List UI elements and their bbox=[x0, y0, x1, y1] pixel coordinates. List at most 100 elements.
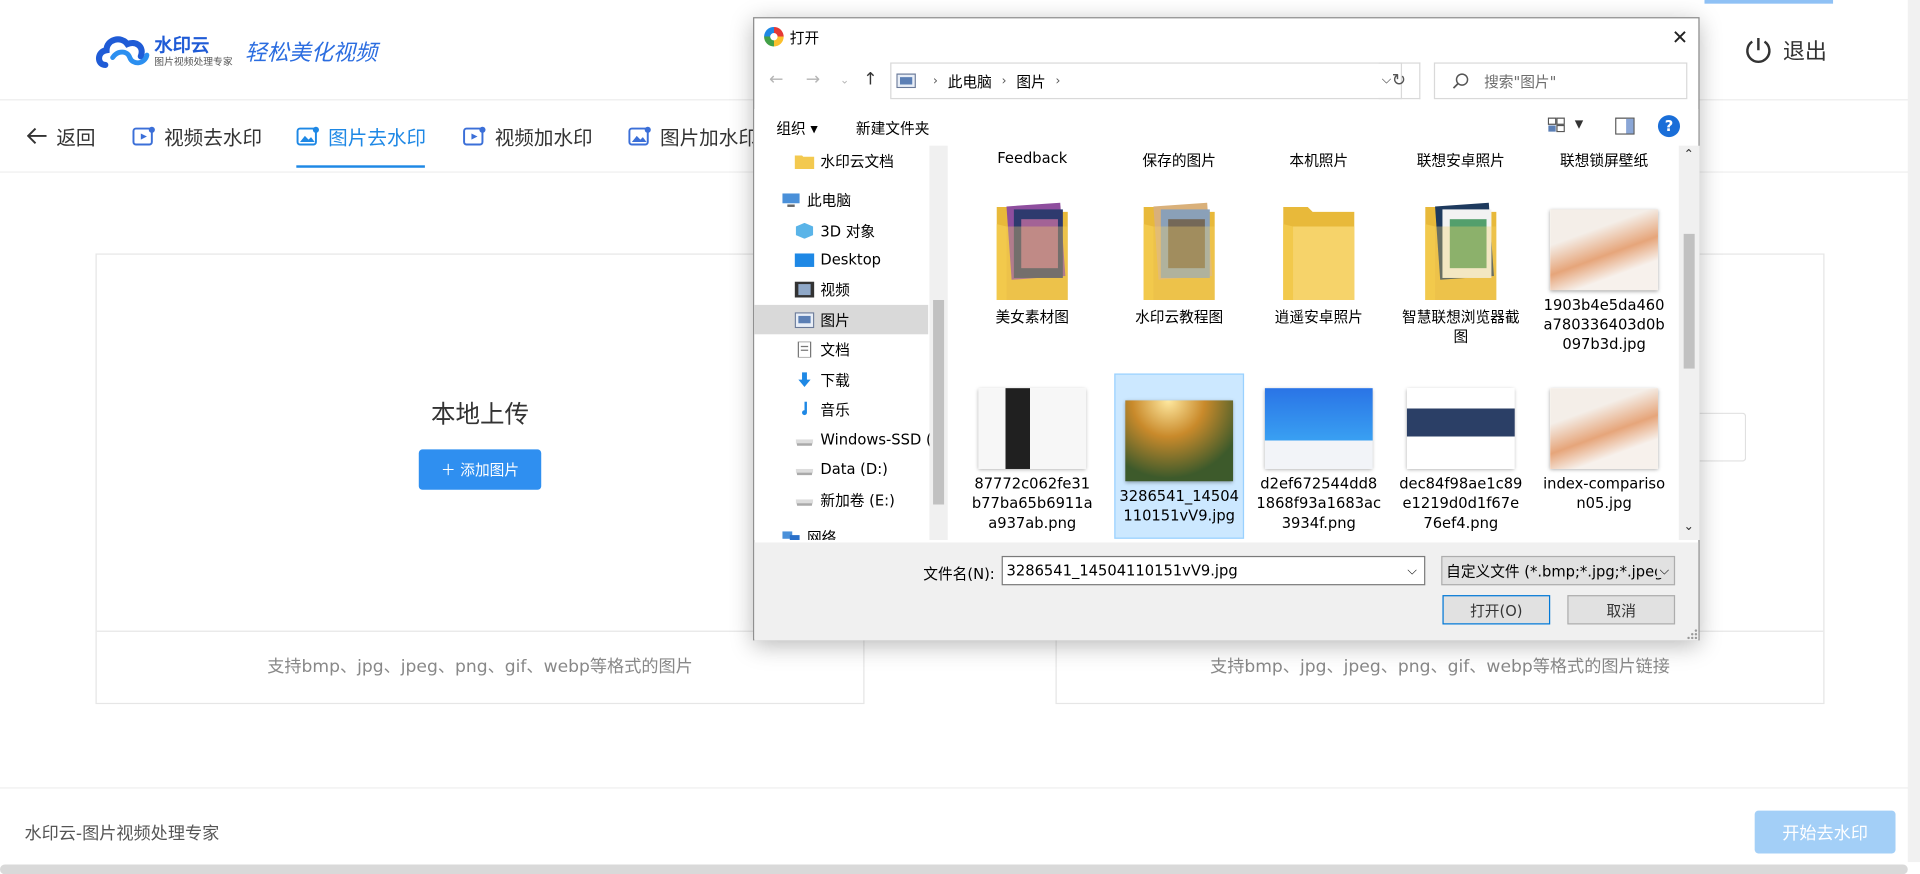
file-type-select[interactable]: 自定义文件 (*.bmp;*.jpg;*.jpeg ⌵ bbox=[1441, 555, 1676, 586]
page-horizontal-scrollbar[interactable] bbox=[0, 864, 1908, 874]
folder-item[interactable]: 智慧联想浏览器截图 bbox=[1396, 195, 1526, 347]
url-input[interactable] bbox=[1697, 412, 1747, 462]
nav-pane-item-label: 新加卷 (E:) bbox=[820, 491, 895, 509]
picture-icon bbox=[794, 311, 815, 328]
drive-icon bbox=[795, 432, 815, 448]
video-icon bbox=[463, 126, 486, 145]
image-thumbnail-icon bbox=[1550, 209, 1658, 291]
nav-pane-item[interactable]: 下载 bbox=[754, 365, 928, 394]
nav-pane-item-label: 下载 bbox=[820, 371, 850, 389]
download-icon bbox=[795, 371, 815, 388]
app-logo[interactable]: 水印云 图片视频处理专家 轻松美化视频 bbox=[95, 29, 377, 73]
nav-pane-item[interactable]: 此电脑 bbox=[754, 185, 928, 214]
dialog-bottom-area: 文件名(N): 3286541_14504110151vV9.jpg ⌵ 自定义… bbox=[754, 542, 1699, 641]
nav-pane-item[interactable]: 图片 bbox=[754, 304, 929, 335]
image-thumbnail-icon bbox=[978, 388, 1087, 469]
file-name-label: dec84f98ae1c89e1219d0d1f67e76ef4.png bbox=[1399, 475, 1523, 532]
folder-item[interactable]: 逍遥安卓照片 bbox=[1254, 195, 1384, 327]
open-button[interactable]: 打开(O) bbox=[1442, 595, 1551, 625]
cancel-button[interactable]: 取消 bbox=[1567, 595, 1676, 625]
search-input[interactable]: 搜索"图片" bbox=[1433, 62, 1688, 100]
picture-folder-icon bbox=[896, 73, 916, 89]
scroll-down-icon[interactable]: ⌄ bbox=[1684, 520, 1694, 533]
preview-pane-icon[interactable] bbox=[1615, 117, 1635, 135]
image-file-item[interactable]: 1903b4e5da460a780336403d0b097b3d.jpg bbox=[1539, 195, 1669, 354]
image-thumbnail-icon bbox=[1264, 388, 1373, 469]
network-icon bbox=[781, 528, 801, 541]
partial-folder-label[interactable]: 本机照片 bbox=[1254, 149, 1384, 170]
nav-pane-item[interactable]: 新加卷 (E:) bbox=[754, 485, 928, 514]
resize-grip-icon[interactable] bbox=[1686, 628, 1698, 640]
partial-folder-label[interactable]: 联想安卓照片 bbox=[1396, 149, 1526, 170]
search-placeholder: 搜索"图片" bbox=[1484, 72, 1557, 91]
chevron-down-icon[interactable]: ⌵ bbox=[1407, 564, 1416, 577]
logout-button[interactable]: 退出 bbox=[1744, 34, 1827, 66]
start-remove-watermark-button[interactable]: 开始去水印 bbox=[1754, 810, 1896, 854]
breadcrumb-separator: › bbox=[933, 74, 938, 88]
desktop-icon bbox=[794, 252, 815, 268]
nav-pane-item-label: Desktop bbox=[820, 251, 882, 269]
image-file-item[interactable]: 3286541_14504110151vV9.jpg bbox=[1114, 373, 1245, 539]
address-bar[interactable]: › 此电脑 › 图片 › ⌵ bbox=[890, 62, 1403, 100]
nav-video-remove-watermark[interactable]: 视频去水印 bbox=[132, 102, 262, 171]
refresh-button[interactable]: ↻ bbox=[1378, 62, 1421, 100]
nav-pane-item[interactable]: Data (D:) bbox=[754, 454, 928, 483]
view-grid-icon bbox=[1547, 117, 1565, 133]
nav-pane-item-label: 音乐 bbox=[820, 401, 850, 419]
image-icon bbox=[296, 126, 319, 145]
file-name-label: index-comparison05.jpg bbox=[1543, 475, 1666, 512]
nav-pane-item-label: 图片 bbox=[820, 311, 850, 329]
recent-dropdown-icon[interactable]: ⌄ bbox=[840, 75, 849, 87]
scroll-up-icon[interactable]: ⌃ bbox=[1684, 148, 1694, 161]
power-icon bbox=[1746, 37, 1771, 63]
image-file-item[interactable]: index-comparison05.jpg bbox=[1539, 373, 1669, 513]
view-options-button[interactable]: ▼ bbox=[1547, 117, 1583, 133]
nav-back[interactable]: 返回 bbox=[26, 102, 96, 171]
logo-subtitle: 图片视频处理专家 bbox=[154, 55, 233, 67]
file-view-scroll-thumb[interactable] bbox=[1683, 233, 1695, 369]
nav-image-remove-watermark[interactable]: 图片去水印 bbox=[296, 102, 426, 171]
nav-pane-item[interactable]: 水印云文档 bbox=[754, 146, 928, 175]
nav-image-add-watermark[interactable]: 图片加水印 bbox=[628, 102, 758, 171]
nav-pane-item[interactable]: Windows-SSD ( bbox=[754, 425, 932, 454]
cloud-logo-icon bbox=[95, 31, 150, 73]
help-icon[interactable]: ? bbox=[1657, 115, 1681, 138]
nav-pane-item[interactable]: 3D 对象 bbox=[754, 216, 928, 245]
nav-pane-item-label: 此电脑 bbox=[806, 191, 852, 209]
local-upload-panel: 本地上传 ＋ 添加图片 支持bmp、jpg、jpeg、png、gif、webp等… bbox=[95, 253, 865, 705]
partial-folder-label[interactable]: Feedback bbox=[967, 149, 1097, 166]
nav-pane-item[interactable]: 文档 bbox=[754, 334, 928, 363]
browser-logo-icon bbox=[764, 26, 784, 47]
nav-video-add-watermark[interactable]: 视频加水印 bbox=[463, 102, 593, 171]
nav-pane-item[interactable]: 音乐 bbox=[754, 394, 928, 423]
organize-menu[interactable]: 组织 ▾ bbox=[776, 118, 817, 139]
document-icon bbox=[795, 340, 815, 358]
viewport: 水印云 图片视频处理专家 轻松美化视频 退出 返回 视频去水印 图片去水印 视频… bbox=[0, 0, 1920, 874]
back-arrow-icon[interactable]: ← bbox=[769, 70, 783, 90]
add-image-button[interactable]: ＋ 添加图片 bbox=[418, 449, 542, 490]
dialog-titlebar[interactable]: 打开 ✕ bbox=[754, 18, 1698, 56]
nav-pane-item[interactable]: 视频 bbox=[754, 274, 928, 303]
folder-item[interactable]: 水印云教程图 bbox=[1114, 195, 1244, 327]
folder-item[interactable]: 美女素材图 bbox=[967, 195, 1097, 327]
page-vertical-scrollbar[interactable] bbox=[1907, 0, 1920, 863]
breadcrumb-pictures[interactable]: 图片 bbox=[1016, 70, 1045, 91]
partial-folder-label[interactable]: 联想锁屏壁纸 bbox=[1539, 149, 1669, 170]
nav-pane-scroll-thumb[interactable] bbox=[933, 300, 945, 505]
close-icon[interactable]: ✕ bbox=[1667, 23, 1694, 50]
new-folder-button[interactable]: 新建文件夹 bbox=[856, 118, 929, 139]
filename-field[interactable]: 3286541_14504110151vV9.jpg ⌵ bbox=[1001, 555, 1426, 586]
logout-label: 退出 bbox=[1782, 39, 1827, 65]
folder-icon bbox=[1281, 200, 1357, 303]
breadcrumb-this-pc[interactable]: 此电脑 bbox=[948, 70, 992, 91]
image-file-item[interactable]: 87772c062fe31b77ba65b6911aa937ab.png bbox=[967, 373, 1097, 532]
partial-folder-label[interactable]: 保存的图片 bbox=[1114, 149, 1244, 170]
image-file-item[interactable]: dec84f98ae1c89e1219d0d1f67e76ef4.png bbox=[1396, 373, 1526, 532]
forward-arrow-icon[interactable]: → bbox=[806, 70, 820, 90]
image-file-item[interactable]: d2ef672544dd81868f93a1683ac3934f.png bbox=[1254, 373, 1384, 532]
nav-pane-item[interactable]: Desktop bbox=[754, 245, 928, 274]
nav-pane-item[interactable]: 网络 bbox=[754, 522, 928, 541]
nav-pane-item-label: Data (D:) bbox=[820, 460, 888, 478]
up-arrow-icon[interactable]: ↑ bbox=[863, 70, 877, 90]
music-icon bbox=[795, 401, 815, 417]
